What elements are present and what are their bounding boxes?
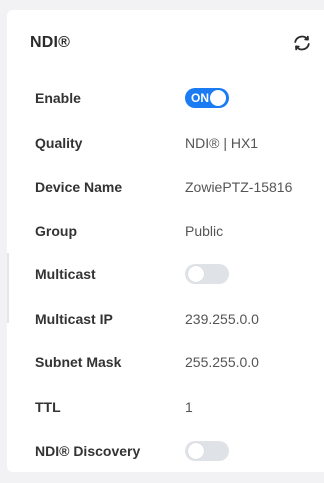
toggle-knob xyxy=(188,443,204,459)
device-name-value: ZowiePTZ-15816 xyxy=(185,179,293,195)
multicast-ip-row: Multicast IP 239.255.0.0 xyxy=(0,308,324,332)
subnet-mask-row: Subnet Mask 255.255.0.0 xyxy=(0,351,324,375)
refresh-icon[interactable] xyxy=(292,33,312,53)
subnet-mask-label: Subnet Mask xyxy=(35,354,122,370)
group-label: Group xyxy=(35,223,77,239)
ndi-discovery-label: NDI® Discovery xyxy=(35,443,141,459)
ttl-label: TTL xyxy=(35,399,61,415)
quality-label: Quality xyxy=(35,135,83,151)
group-value: Public xyxy=(185,223,224,239)
quality-value: NDI® | HX1 xyxy=(185,135,259,151)
toggle-on-text: ON xyxy=(191,91,209,105)
subnet-mask-value: 255.255.0.0 xyxy=(185,354,259,370)
ndi-discovery-row: NDI® Discovery xyxy=(0,440,324,464)
group-row: Group Public xyxy=(0,220,324,244)
multicast-ip-label: Multicast IP xyxy=(35,311,113,327)
panel-title: NDI® xyxy=(30,34,71,51)
multicast-label: Multicast xyxy=(35,266,96,282)
device-name-row: Device Name ZowiePTZ-15816 xyxy=(0,176,324,200)
device-name-label: Device Name xyxy=(35,179,123,195)
toggle-knob xyxy=(188,266,204,282)
enable-toggle[interactable]: ON xyxy=(185,88,229,108)
enable-label: Enable xyxy=(35,90,81,106)
multicast-toggle[interactable] xyxy=(185,264,229,284)
ndi-discovery-toggle[interactable] xyxy=(185,441,229,461)
ttl-row: TTL 1 xyxy=(0,396,324,420)
enable-row: Enable ON xyxy=(0,87,324,111)
ttl-value: 1 xyxy=(185,399,193,415)
quality-row: Quality NDI® | HX1 xyxy=(0,132,324,156)
multicast-ip-value: 239.255.0.0 xyxy=(185,311,259,327)
multicast-row: Multicast xyxy=(0,263,324,287)
toggle-knob xyxy=(210,90,226,106)
